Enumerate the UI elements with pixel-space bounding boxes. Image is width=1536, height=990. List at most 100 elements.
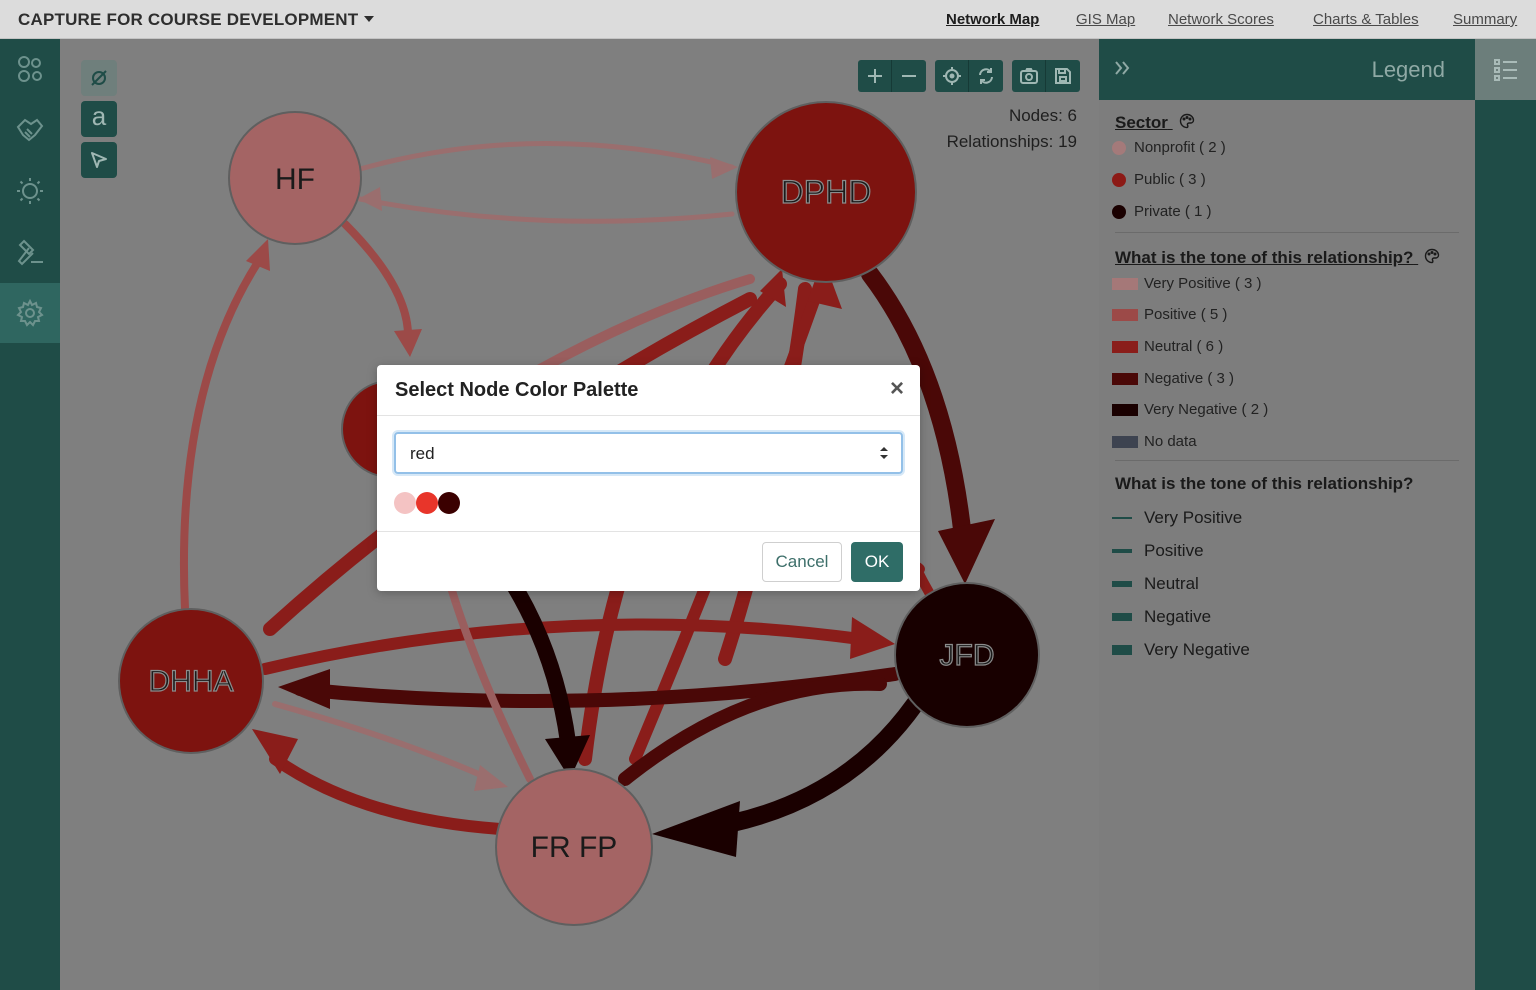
collapse-legend-button[interactable] <box>1113 59 1131 82</box>
save-layout-button[interactable] <box>1046 60 1080 92</box>
view-controls <box>935 60 1003 92</box>
modal-title: Select Node Color Palette <box>395 379 639 401</box>
sidebar-item-ideas[interactable] <box>0 161 60 221</box>
legend-swatch <box>1112 308 1138 321</box>
minus-icon <box>902 75 916 77</box>
nav-charts-tables[interactable]: Charts & Tables <box>1313 11 1419 28</box>
cursor-arrow-icon <box>91 152 107 168</box>
project-title: CAPTURE FOR COURSE DEVELOPMENT <box>18 10 359 29</box>
palette-icon[interactable] <box>1424 248 1440 264</box>
node-dhha[interactable]: DHHA <box>118 608 264 754</box>
node-color-palette-modal: Select Node Color Palette × red Cancel O… <box>377 365 920 591</box>
sidebar-item-settings[interactable] <box>0 283 60 343</box>
relationship-count: Relationships: 19 <box>946 132 1077 151</box>
palette-icon[interactable] <box>1179 113 1195 129</box>
ok-button[interactable]: OK <box>851 542 903 582</box>
nav-network-map[interactable]: Network Map <box>946 11 1039 28</box>
palette-swatch-mid <box>416 492 438 514</box>
cancel-button[interactable]: Cancel <box>762 542 842 582</box>
palette-select[interactable]: red <box>394 432 903 474</box>
sidebar-item-policy[interactable] <box>0 222 60 282</box>
label-tool-button[interactable]: a <box>81 101 117 137</box>
legend-tone-positive: Positive ( 5 ) <box>1112 306 1227 323</box>
legend-label: Positive <box>1144 541 1204 560</box>
legend-tone-neutral: Neutral ( 6 ) <box>1112 338 1223 355</box>
select-tool-button[interactable] <box>81 142 117 178</box>
modal-close-button[interactable]: × <box>890 375 904 403</box>
legend-dot <box>1112 172 1126 187</box>
legend-label: Very Positive ( 3 ) <box>1144 275 1262 292</box>
legend-line-swatch <box>1112 613 1132 621</box>
legend-label: Positive ( 5 ) <box>1144 306 1228 323</box>
legend-line-swatch <box>1112 549 1132 553</box>
edge-dhha-frfp-arrow <box>474 765 508 791</box>
legend-tone-very-positive: Very Positive ( 3 ) <box>1112 275 1262 292</box>
nav-summary[interactable]: Summary <box>1453 11 1517 28</box>
legend-line-swatch <box>1112 645 1132 655</box>
nav-gis-map[interactable]: GIS Map <box>1076 11 1135 28</box>
center-view-button[interactable] <box>935 60 969 92</box>
legend-label: No data <box>1144 433 1197 450</box>
node-jfd[interactable]: JFD <box>894 582 1040 728</box>
edge-dhha-frfp[interactable] <box>272 701 493 782</box>
plus-icon <box>867 69 882 83</box>
edge-dhha-jfd-arrow <box>850 617 895 659</box>
legend-swatch <box>1112 340 1138 353</box>
label-tool-glyph: a <box>91 100 107 131</box>
node-frfp[interactable]: FR FP <box>495 768 653 926</box>
camera-icon <box>1019 68 1038 84</box>
modal-divider <box>377 531 920 532</box>
node-dphd[interactable]: DPHD <box>735 101 917 283</box>
legend-sector-heading[interactable]: Sector <box>1115 113 1195 133</box>
double-chevron-right-icon <box>1115 61 1130 75</box>
legend-label: Very Negative <box>1144 640 1250 659</box>
project-title-dropdown[interactable]: CAPTURE FOR COURSE DEVELOPMENT <box>18 10 375 30</box>
zoom-out-button[interactable] <box>892 60 926 92</box>
legend-label: Private ( 1 ) <box>1134 203 1212 220</box>
edge-dhha-hf[interactable] <box>179 255 264 613</box>
legend-swatch <box>1112 403 1138 416</box>
nav-network-scores[interactable]: Network Scores <box>1168 11 1274 28</box>
gavel-icon <box>17 239 43 266</box>
left-sidebar <box>0 39 60 990</box>
hide-labels-button[interactable] <box>81 60 117 96</box>
zoom-controls <box>858 60 926 92</box>
legend-line-swatch <box>1112 581 1132 587</box>
sidebar-item-network[interactable] <box>0 39 60 99</box>
legend-sector-public: Public ( 3 ) <box>1112 171 1206 188</box>
edge-dphd-hf[interactable] <box>357 196 735 224</box>
select-arrows-icon <box>880 447 888 459</box>
sidebar-item-partners[interactable] <box>0 100 60 160</box>
legend-toggle-button[interactable] <box>1475 39 1536 100</box>
caret-down-icon <box>364 15 375 22</box>
legend-divider <box>1115 232 1459 233</box>
refresh-layout-button[interactable] <box>969 60 1003 92</box>
edge-dphd-hf-arrow <box>358 187 382 211</box>
edge-hf-hidden[interactable] <box>341 220 413 343</box>
handshake-icon <box>16 118 44 142</box>
node-label-jfd: JFD <box>940 639 995 672</box>
refresh-icon <box>979 68 993 84</box>
legend-tone-very-negative: Very Negative ( 2 ) <box>1112 401 1268 418</box>
edge-hf-dphd[interactable] <box>357 141 735 172</box>
edge-dark-frfp[interactable] <box>502 571 578 767</box>
edge-dphd-jfd-arrow <box>938 519 995 584</box>
zoom-in-button[interactable] <box>858 60 892 92</box>
edge-dhha-jfd[interactable] <box>259 618 866 675</box>
legend-width-neutral: Neutral <box>1112 574 1199 594</box>
node-label-hf: HF <box>275 163 315 196</box>
legend-width-very-positive: Very Positive <box>1112 508 1242 528</box>
legend-tone-heading[interactable]: What is the tone of this relationship? <box>1115 248 1440 268</box>
modal-divider <box>377 415 920 416</box>
legend-tone-negative: Negative ( 3 ) <box>1112 370 1234 387</box>
node-hf[interactable]: HF <box>228 111 362 245</box>
top-bar: CAPTURE FOR COURSE DEVELOPMENT Network M… <box>0 0 1536 39</box>
legend-tone-no-data: No data <box>1112 433 1197 450</box>
legend-label: Public ( 3 ) <box>1134 171 1206 188</box>
legend-label: Very Positive <box>1144 508 1243 527</box>
edge-jfd-frfp-arrow <box>652 801 740 857</box>
node-count: Nodes: 6 <box>1008 106 1077 125</box>
legend-title: Legend <box>1371 57 1445 82</box>
legend-dot <box>1112 204 1126 219</box>
screenshot-button[interactable] <box>1012 60 1046 92</box>
